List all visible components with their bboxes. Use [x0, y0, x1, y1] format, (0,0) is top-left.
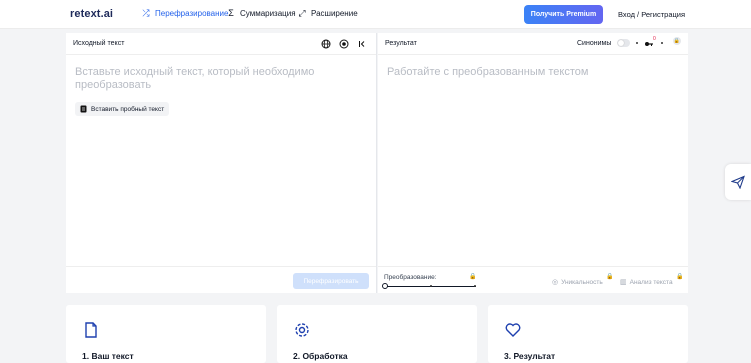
- step-card-result: 3. Результат: [488, 305, 688, 363]
- result-panel-footer: Преобразование: 🔒 ◎ Уникальность 🔒 ▥ Ана…: [378, 266, 688, 293]
- insert-sample-text-button[interactable]: Вставить пробный текст: [75, 102, 170, 116]
- nav-paraphrase-label: Перефразирование: [155, 9, 229, 18]
- lock-icon: 🔒: [673, 37, 681, 45]
- gear-icon: [295, 323, 309, 337]
- separator-dot: [661, 42, 663, 44]
- source-panel-footer: Перефразировать: [66, 266, 376, 293]
- result-panel: Результат Синонимы 0 🔒 Работайте с преоб…: [378, 33, 688, 293]
- paraphrase-button[interactable]: Перефразировать: [293, 273, 369, 289]
- source-text-panel: Исходный текст Вставьте исходный текст, …: [66, 33, 377, 293]
- collapse-panel-icon[interactable]: [357, 39, 367, 49]
- get-premium-button[interactable]: Получить Premium: [524, 5, 603, 24]
- document-small-icon: [80, 105, 87, 113]
- nav-expand[interactable]: ⤢ Расширение: [297, 8, 358, 19]
- result-text-area[interactable]: Работайте с преобразованным текстом: [387, 66, 677, 79]
- uniqueness-label: Уникальность: [561, 278, 603, 286]
- lock-icon: 🔒: [606, 274, 614, 280]
- telegram-send-button[interactable]: [725, 164, 751, 200]
- logo-suffix: .ai: [100, 8, 114, 20]
- heart-icon: [505, 323, 521, 337]
- source-text-input[interactable]: Вставьте исходный текст, который необход…: [75, 66, 365, 92]
- expand-icon: ⤢: [298, 8, 306, 18]
- top-navigation-bar: retext.ai ⤮ Перефразирование Σ Суммариза…: [0, 0, 751, 29]
- step-card-your-text: 1. Ваш текст: [66, 305, 266, 363]
- sigma-icon: Σ: [228, 8, 234, 18]
- separator-dot: [636, 42, 638, 44]
- result-panel-title: Результат: [385, 40, 417, 47]
- step-card-processing: 2. Обработка: [277, 305, 477, 363]
- transform-slider-handle[interactable]: [382, 283, 388, 289]
- lock-icon: 🔒: [676, 274, 684, 280]
- step-title: 1. Ваш текст: [82, 351, 134, 361]
- document-icon: [85, 322, 97, 338]
- step-title: 3. Результат: [504, 351, 556, 361]
- lock-icon: 🔒: [469, 274, 477, 280]
- result-panel-header: Результат Синонимы 0 🔒: [378, 33, 688, 55]
- synonyms-toggle[interactable]: [617, 39, 630, 47]
- nav-expand-label: Расширение: [311, 9, 358, 18]
- logo-brand: retext: [70, 8, 101, 20]
- logo[interactable]: retext.ai: [70, 8, 113, 20]
- synonyms-label: Синонимы: [577, 40, 612, 47]
- source-panel-header: Исходный текст: [66, 33, 376, 55]
- slider-tick: [430, 285, 432, 287]
- source-panel-title: Исходный текст: [73, 40, 125, 47]
- paper-plane-icon: [731, 175, 745, 189]
- key-badge: 0: [653, 36, 656, 42]
- nav-summarize[interactable]: Σ Суммаризация: [226, 8, 296, 18]
- text-analysis-label: Анализ текста: [629, 278, 673, 286]
- transform-label: Преобразование:: [384, 274, 437, 281]
- slider-tick: [474, 285, 476, 287]
- bar-chart-icon: ▥: [620, 279, 627, 286]
- nav-paraphrase[interactable]: ⤮ Перефразирование: [141, 8, 228, 19]
- step-title: 2. Обработка: [293, 351, 348, 361]
- uniqueness-button[interactable]: ◎ Уникальность: [552, 278, 603, 287]
- fingerprint-icon: ◎: [552, 279, 559, 286]
- login-register-link[interactable]: Вход / Регистрация: [618, 10, 685, 19]
- clear-icon[interactable]: [339, 39, 349, 49]
- insert-sample-text-label: Вставить пробный текст: [91, 105, 165, 113]
- nav-summarize-label: Суммаризация: [240, 8, 296, 18]
- shuffle-icon: ⤮: [142, 8, 150, 18]
- text-analysis-button[interactable]: ▥ Анализ текста: [620, 278, 673, 287]
- globe-icon[interactable]: [321, 39, 331, 49]
